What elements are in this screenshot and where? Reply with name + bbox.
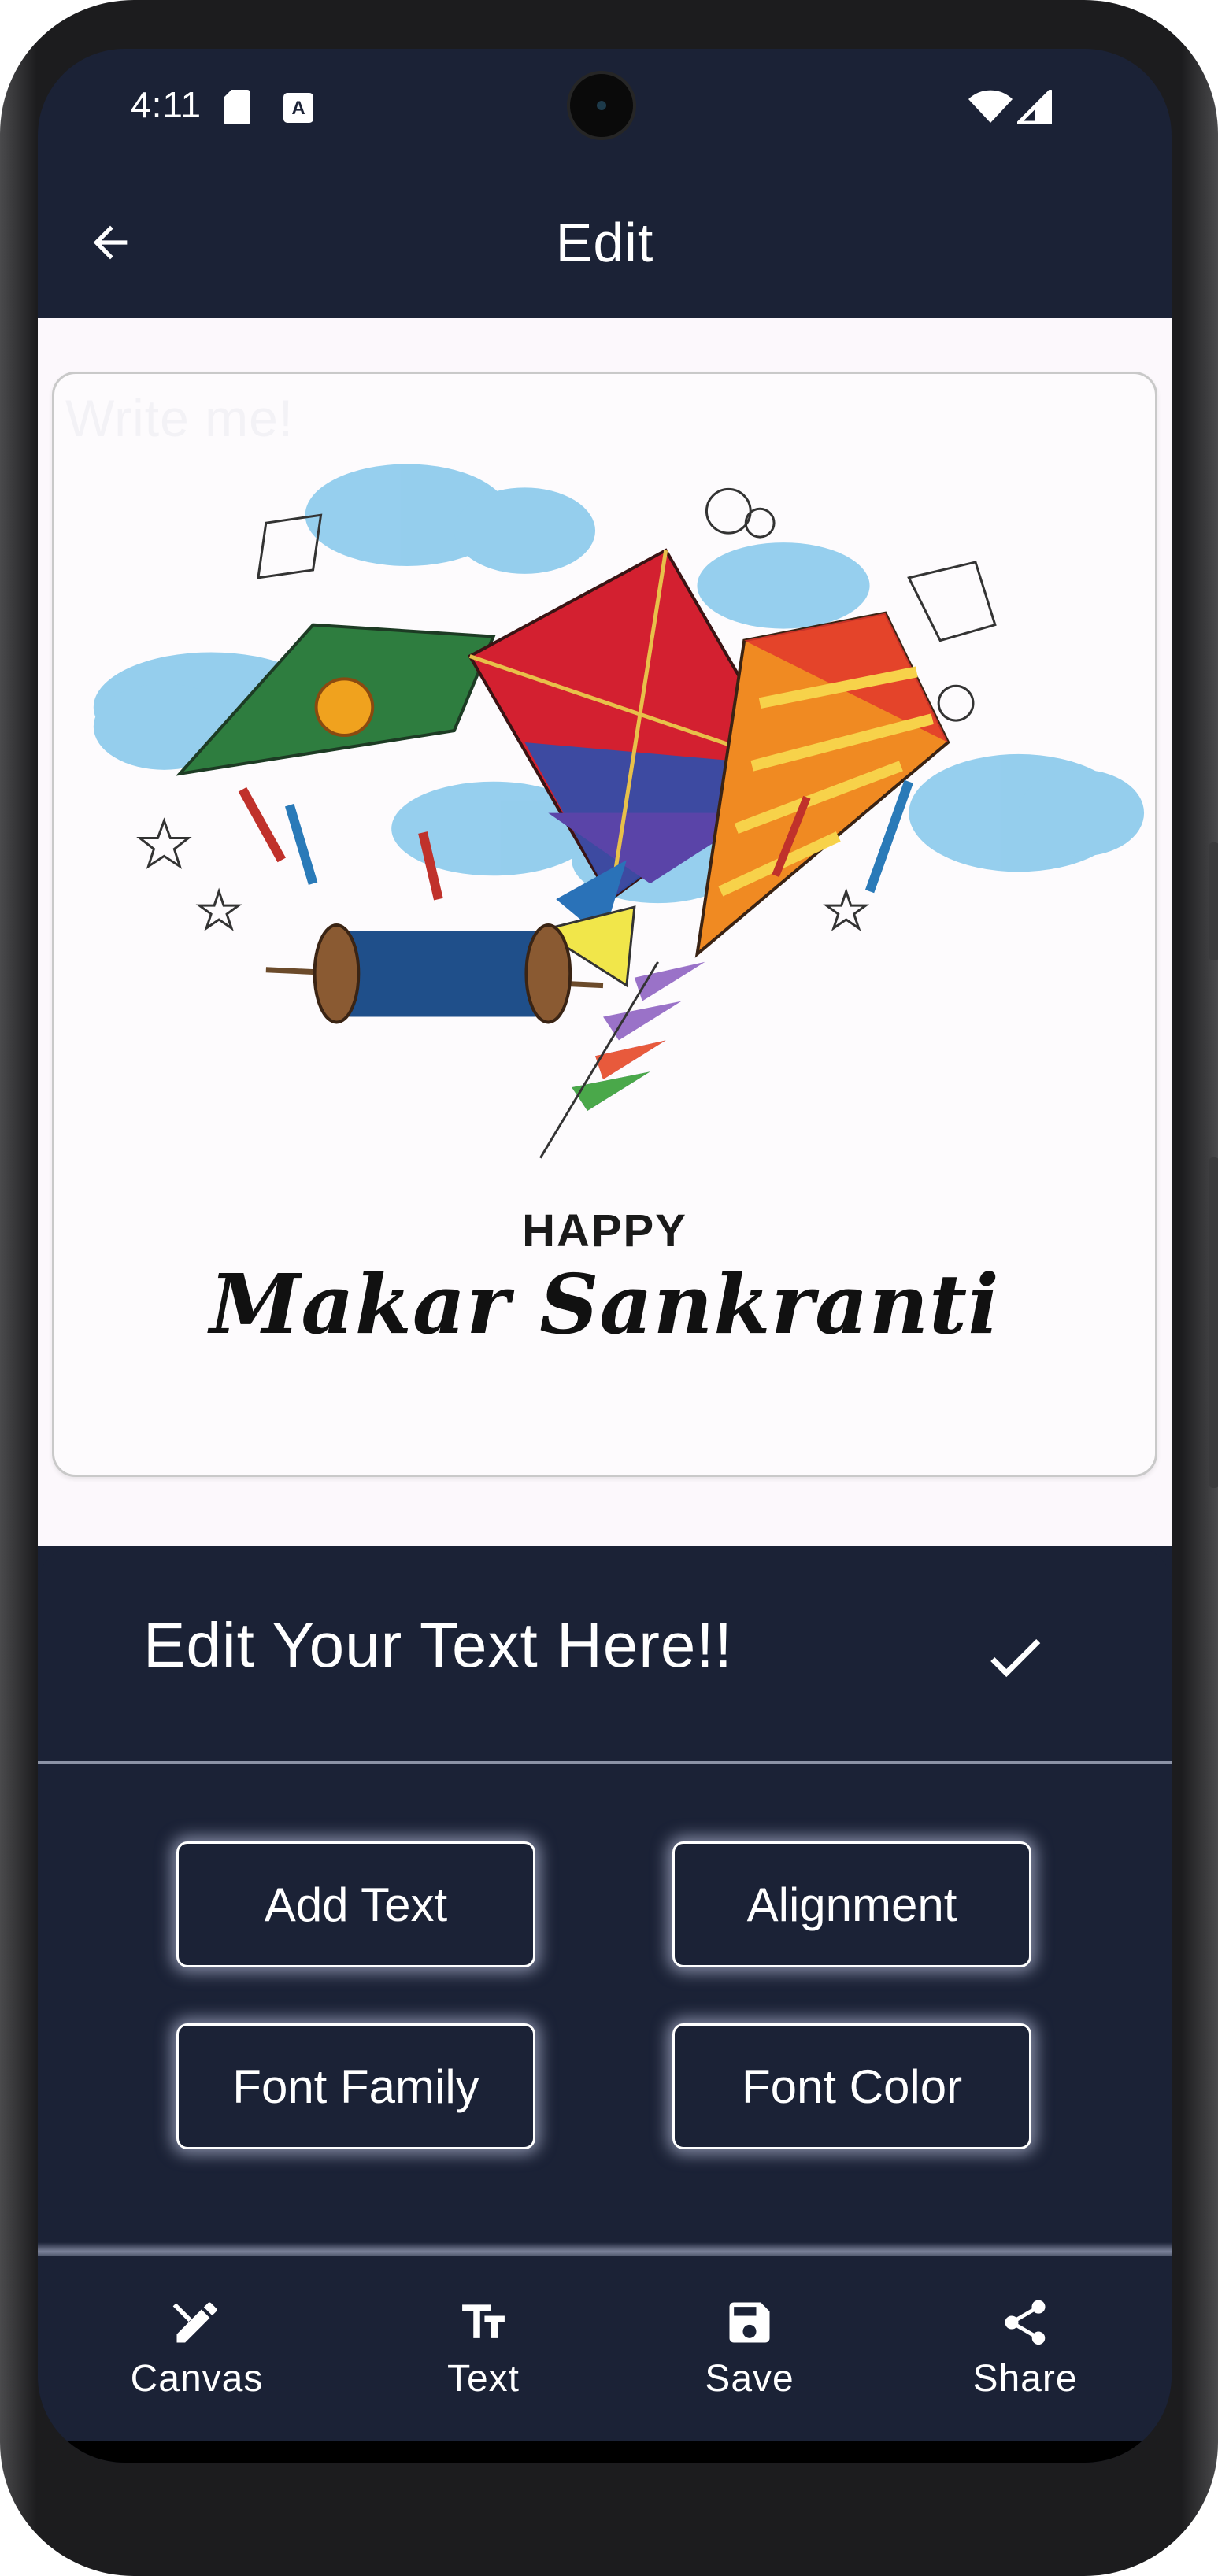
add-text-button[interactable]: Add Text bbox=[176, 1841, 535, 1967]
nav-save[interactable]: Save bbox=[647, 2256, 852, 2447]
check-icon bbox=[990, 1639, 1041, 1678]
a-notification-icon: A bbox=[283, 93, 313, 123]
status-bar: 4:11 A bbox=[38, 49, 1172, 167]
greeting-festival-text: Makar Sankranti bbox=[209, 1256, 1000, 1353]
page-title: Edit bbox=[555, 212, 654, 273]
app-bar: Edit bbox=[38, 167, 1172, 318]
svg-text:A: A bbox=[291, 98, 305, 119]
front-camera bbox=[567, 71, 636, 140]
text-fields-icon bbox=[462, 2304, 505, 2338]
nav-canvas[interactable]: Canvas bbox=[94, 2256, 299, 2447]
bottom-navigation: Canvas Text Save Share bbox=[38, 2256, 1172, 2447]
edit-text-sheet: Edit Your Text Here!! Add Text Alignment… bbox=[38, 1546, 1172, 2255]
arrow-back-icon bbox=[93, 225, 128, 260]
nav-save-label: Save bbox=[705, 2358, 794, 2400]
greeting-canvas[interactable]: Write me! HAPPY Makar Sankranti bbox=[52, 372, 1157, 1477]
nav-text[interactable]: Text bbox=[381, 2256, 586, 2447]
volume-button bbox=[1209, 1157, 1218, 1488]
save-icon bbox=[729, 2302, 770, 2343]
wifi-icon bbox=[968, 90, 1013, 123]
nav-share[interactable]: Share bbox=[923, 2256, 1127, 2447]
nav-text-label: Text bbox=[446, 2358, 520, 2400]
edit-pencil-icon bbox=[172, 2302, 217, 2343]
sheet-title: Edit Your Text Here!! bbox=[143, 1610, 733, 1680]
share-icon bbox=[1005, 2300, 1046, 2345]
nav-canvas-label: Canvas bbox=[130, 2358, 264, 2400]
power-button bbox=[1209, 842, 1218, 960]
phone-frame: 4:11 A Edit Write me! HAPPY Makar Sankra… bbox=[0, 0, 1218, 2576]
greeting-happy-text: HAPPY bbox=[522, 1205, 687, 1257]
alignment-button[interactable]: Alignment bbox=[672, 1841, 1031, 1967]
nav-share-label: Share bbox=[972, 2358, 1078, 2400]
sd-card-icon bbox=[224, 90, 250, 124]
back-button[interactable] bbox=[79, 211, 142, 274]
sheet-header: Edit Your Text Here!! bbox=[38, 1546, 1172, 1764]
content-area: Write me! HAPPY Makar Sankranti bbox=[38, 318, 1172, 1546]
screen: 4:11 A Edit Write me! HAPPY Makar Sankra… bbox=[38, 49, 1172, 2463]
font-family-button[interactable]: Font Family bbox=[176, 2023, 535, 2149]
sheet-divider bbox=[38, 2242, 1172, 2258]
font-color-button[interactable]: Font Color bbox=[672, 2023, 1031, 2149]
done-button[interactable] bbox=[979, 1622, 1050, 1693]
status-time: 4:11 bbox=[131, 84, 202, 125]
gesture-bar bbox=[38, 2441, 1172, 2463]
editable-text-overlay[interactable]: Write me! bbox=[65, 388, 294, 448]
signal-icon bbox=[1017, 90, 1052, 124]
